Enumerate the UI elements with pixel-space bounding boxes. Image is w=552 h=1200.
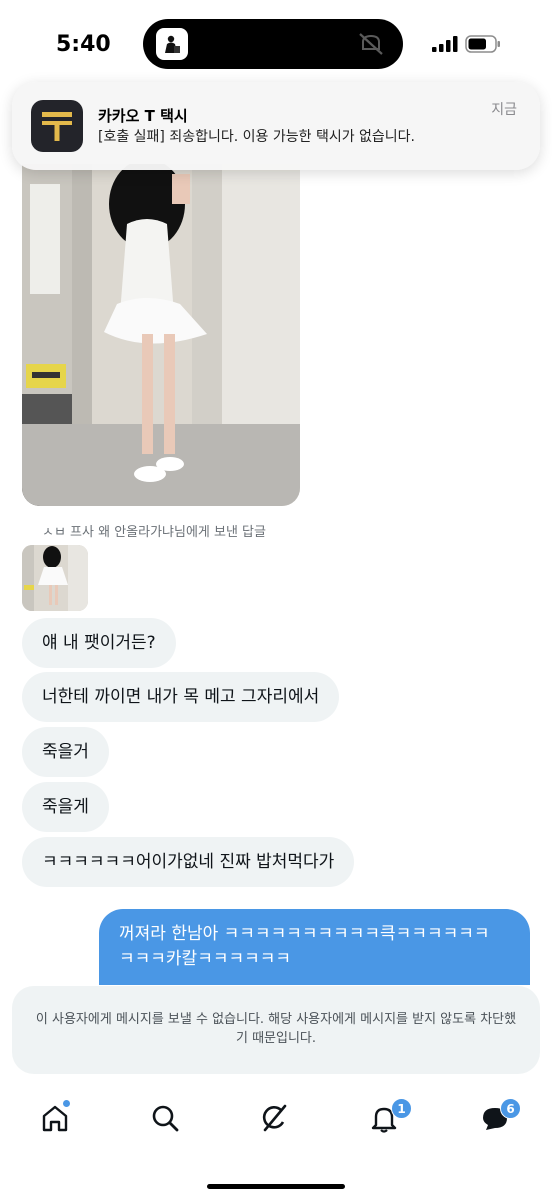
- message-bubble[interactable]: ㅋㅋㅋㅋㅋㅋ어이가없네 진짜 밥처먹다가: [22, 837, 355, 887]
- message-bubble[interactable]: 죽을거: [22, 727, 109, 777]
- bottom-tab-bar: 1 6: [0, 1088, 552, 1152]
- dynamic-island[interactable]: [143, 19, 403, 69]
- tab-grok[interactable]: [255, 1100, 295, 1140]
- my-message-bubble[interactable]: 꺼져라 한남아 ㅋㅋㅋㅋㅋㅋㅋㅋㅋㅋ큭ㅋㅋㅋㅋㅋㅋ ㅋㅋㅋ카칼ㅋㅋㅋㅋㅋㅋ: [99, 909, 530, 985]
- mute-icon: [357, 31, 385, 57]
- search-icon: [149, 1102, 181, 1138]
- notification-count-badge: 1: [391, 1098, 412, 1119]
- tab-home[interactable]: [35, 1099, 75, 1140]
- now-playing-app-icon: [156, 28, 188, 60]
- clock: 5:40: [56, 32, 111, 57]
- home-unread-dot: [62, 1099, 71, 1108]
- shared-photo[interactable]: [22, 164, 300, 506]
- message-bubble[interactable]: 너한테 까이면 내가 목 메고 그자리에서: [22, 672, 340, 722]
- reply-thumbnail[interactable]: [22, 545, 88, 611]
- grok-icon: [259, 1102, 291, 1138]
- battery-icon: [465, 35, 501, 53]
- status-bar: 5:40: [0, 0, 552, 90]
- message-bubble[interactable]: 죽을게: [22, 782, 109, 832]
- tab-messages[interactable]: 6: [475, 1098, 521, 1140]
- push-notification[interactable]: 카카오 T 택시 [호출 실패] 죄송합니다. 이용 가능한 택시가 없습니다.…: [12, 82, 540, 170]
- notification-message: [호출 실패] 죄송합니다. 이용 가능한 택시가 없습니다.: [98, 129, 416, 145]
- blocked-notice: 이 사용자에게 메시지를 보낼 수 없습니다. 해당 사용자에게 메시지를 받지…: [12, 986, 540, 1074]
- reply-context-label: ㅅㅂ 프사 왜 안올라가냐님에게 보낸 답글: [42, 525, 266, 540]
- notification-time: 지금: [491, 102, 517, 118]
- kakao-t-icon: [31, 100, 83, 152]
- messages-count-badge: 6: [500, 1098, 521, 1119]
- notification-title: 카카오 T 택시: [98, 107, 188, 125]
- cellular-signal-icon: [432, 36, 458, 52]
- home-indicator: [207, 1184, 345, 1189]
- tab-search[interactable]: [145, 1100, 185, 1140]
- tab-notifications[interactable]: 1: [364, 1098, 412, 1140]
- message-bubble[interactable]: 얘 내 팻이거든?: [22, 618, 176, 668]
